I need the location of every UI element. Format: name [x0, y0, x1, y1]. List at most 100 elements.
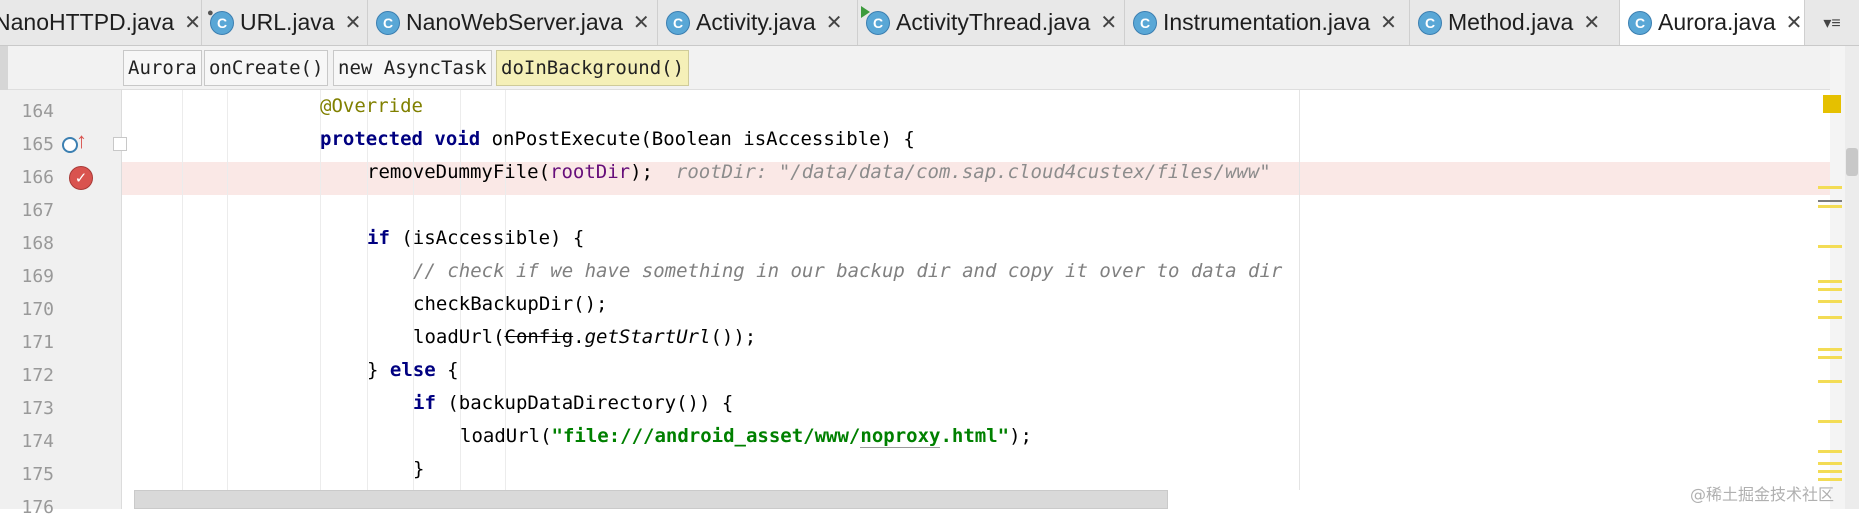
- warning-marker[interactable]: [1818, 450, 1842, 453]
- code-line-164: @Override: [122, 90, 1830, 123]
- code-line-173: if (backupDataDirectory()) {: [122, 387, 1830, 420]
- keyword-token: if: [367, 227, 390, 249]
- code-line-170: checkBackupDir();: [122, 288, 1830, 321]
- line-number: 176: [21, 497, 54, 518]
- code-text: (backupDataDirectory()) {: [435, 392, 734, 414]
- warning-marker[interactable]: [1818, 186, 1842, 189]
- breadcrumb-item-asynctask[interactable]: new AsyncTask: [333, 50, 492, 86]
- code-line-172: } else {: [122, 354, 1830, 387]
- close-icon[interactable]: ✕: [826, 10, 843, 35]
- string-token: noproxy: [860, 425, 941, 448]
- line-number: 169: [21, 266, 54, 287]
- code-line-175: }: [122, 453, 1830, 486]
- field-token: rootDir: [550, 161, 631, 183]
- code-line-171: loadUrl(Config.getStartUrl());: [122, 321, 1830, 354]
- java-class-icon: C: [1628, 10, 1652, 35]
- tab-label: Activity.java: [696, 9, 816, 35]
- tab-nanohttpd[interactable]: NanoHTTPD.java ✕: [0, 0, 202, 45]
- warning-marker[interactable]: [1818, 420, 1842, 423]
- code-line-166: removeDummyFile(rootDir); rootDir: "/dat…: [122, 156, 1830, 189]
- close-icon[interactable]: ✕: [1380, 10, 1397, 35]
- code-text: loadUrl(: [460, 425, 552, 447]
- vertical-scrollbar[interactable]: [1845, 46, 1859, 509]
- line-number: 170: [21, 299, 54, 320]
- keyword-token: else: [389, 359, 436, 381]
- line-number-gutter[interactable]: 164 165 166 167 168 169 170 171 172 173 …: [0, 90, 122, 518]
- line-number: 167: [21, 200, 54, 221]
- error-stripe[interactable]: [1830, 46, 1845, 509]
- tab-nanowebserver[interactable]: C NanoWebServer.java ✕: [368, 0, 658, 45]
- breadcrumb-item-doinbackground[interactable]: doInBackground(): [496, 50, 690, 86]
- breadcrumb-item-oncreate[interactable]: onCreate(): [204, 50, 329, 86]
- tab-instrumentation[interactable]: C Instrumentation.java ✕: [1125, 0, 1410, 45]
- line-number: 171: [21, 332, 54, 353]
- code-line-168: if (isAccessible) {: [122, 222, 1830, 255]
- warning-marker[interactable]: [1818, 245, 1842, 248]
- string-token: "file:///android_asset/www/: [551, 425, 861, 447]
- code-text: loadUrl(: [413, 326, 505, 348]
- java-class-icon: C: [376, 10, 400, 35]
- warning-marker[interactable]: [1818, 316, 1842, 319]
- warning-marker[interactable]: [1818, 462, 1842, 465]
- tab-label: ActivityThread.java: [896, 9, 1091, 35]
- close-icon[interactable]: ✕: [184, 10, 201, 35]
- vertical-scrollbar-thumb[interactable]: [1846, 148, 1858, 176]
- code-text: .: [573, 326, 585, 348]
- java-class-icon: C: [666, 10, 690, 35]
- keyword-token: void: [434, 128, 481, 150]
- breadcrumb-item-aurora[interactable]: Aurora: [123, 50, 202, 86]
- close-icon[interactable]: ✕: [633, 10, 650, 35]
- code-text: onPostExecute(Boolean isAccessible) {: [480, 128, 915, 150]
- code-text: );: [630, 161, 653, 183]
- warning-marker[interactable]: [1818, 380, 1842, 383]
- line-number: 175: [21, 464, 54, 485]
- horizontal-scrollbar[interactable]: [134, 490, 1168, 509]
- line-number: 166: [21, 167, 54, 188]
- warning-marker[interactable]: [1818, 300, 1842, 303]
- warning-marker[interactable]: [1818, 288, 1842, 291]
- close-icon[interactable]: ✕: [1786, 10, 1803, 35]
- debug-inline-value: rootDir: "/data/data/com.sap.cloud4custe…: [675, 161, 1271, 183]
- keyword-token: protected: [320, 128, 423, 150]
- breakpoint-icon[interactable]: ✓: [69, 166, 93, 190]
- line-number: 172: [21, 365, 54, 386]
- warning-status-icon[interactable]: [1823, 95, 1841, 113]
- tab-aurora[interactable]: C Aurora.java ✕: [1620, 0, 1805, 45]
- code-text: {: [435, 359, 459, 381]
- java-class-icon: C: [1133, 10, 1157, 35]
- line-number: 173: [21, 398, 54, 419]
- warning-marker[interactable]: [1818, 470, 1842, 473]
- tab-label: URL.java: [240, 9, 335, 35]
- keyword-token: if: [413, 392, 436, 414]
- warning-marker[interactable]: [1818, 348, 1842, 351]
- java-class-icon: C: [861, 5, 890, 35]
- line-number: 174: [21, 431, 54, 452]
- line-number: 168: [21, 233, 54, 254]
- code-text: }: [367, 359, 390, 381]
- code-text: ());: [710, 326, 757, 348]
- warning-marker[interactable]: [1818, 356, 1842, 359]
- pin-icon: ●: [207, 6, 214, 19]
- java-class-icon: C: [1418, 10, 1442, 35]
- tab-label: Method.java: [1448, 9, 1574, 35]
- close-icon[interactable]: ✕: [345, 10, 362, 35]
- tab-label: Instrumentation.java: [1163, 9, 1371, 35]
- warning-marker[interactable]: [1818, 280, 1842, 283]
- code-text: );: [1009, 425, 1032, 447]
- tab-activity[interactable]: C Activity.java ✕: [658, 0, 858, 45]
- code-line-165: protected void onPostExecute(Boolean isA…: [122, 123, 1830, 156]
- close-icon[interactable]: ✕: [1583, 10, 1600, 35]
- warning-marker[interactable]: [1818, 205, 1842, 208]
- tab-overflow-menu-icon[interactable]: ▾≡: [1805, 0, 1859, 45]
- code-text: }: [413, 458, 425, 480]
- code-line-174: loadUrl("file:///android_asset/www/nopro…: [122, 420, 1830, 453]
- java-class-icon: ● C: [207, 7, 234, 35]
- code-editor[interactable]: @Override protected void onPostExecute(B…: [122, 90, 1830, 490]
- line-number: 165: [21, 134, 54, 155]
- tab-method[interactable]: C Method.java ✕: [1410, 0, 1620, 45]
- tab-activitythread[interactable]: C ActivityThread.java ✕: [858, 0, 1125, 45]
- tab-label: NanoHTTPD.java: [0, 9, 175, 35]
- close-icon[interactable]: ✕: [1100, 10, 1117, 35]
- tab-url[interactable]: ● C URL.java ✕: [202, 0, 368, 45]
- code-text: removeDummyFile(: [367, 161, 551, 183]
